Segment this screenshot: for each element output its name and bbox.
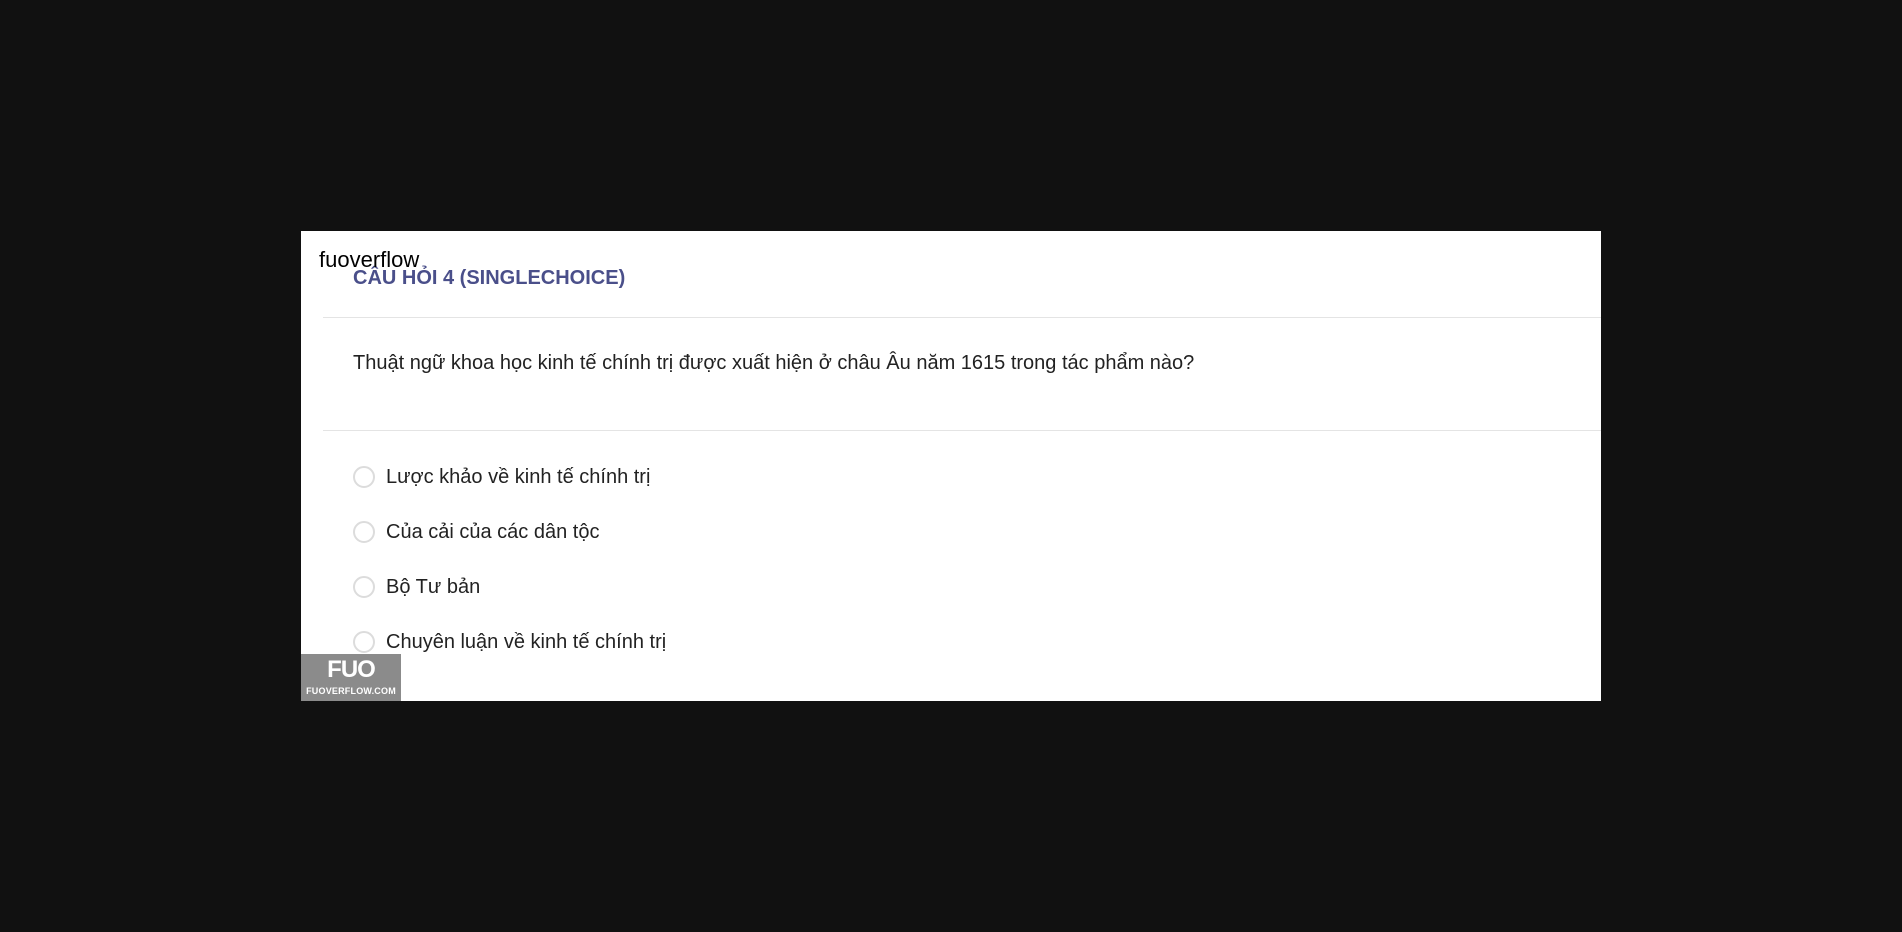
- answer-option-label: Của cải của các dân tộc: [386, 520, 600, 543]
- answer-option-2[interactable]: Của cải của các dân tộc: [353, 520, 666, 544]
- answer-option-4[interactable]: Chuyên luận về kinh tế chính trị: [353, 630, 666, 654]
- site-label: fuoverflow: [319, 247, 420, 272]
- question-text: Thuật ngữ khoa học kinh tế chính trị đượ…: [353, 352, 1195, 374]
- question-card: fuoverflow CÂU HỎI 4 (SINGLECHOICE) Thuậ…: [301, 231, 1601, 701]
- radio-button[interactable]: [353, 521, 375, 543]
- fuoverflow-logo-badge: FUO FUOVERFLOW.COM: [301, 654, 401, 701]
- answer-option-label: Chuyên luận về kinh tế chính trị: [386, 630, 667, 653]
- answer-options: Lược khảo về kinh tế chính trị Của cải c…: [353, 465, 666, 685]
- divider: [323, 317, 1601, 318]
- answer-option-label: Bộ Tư bản: [386, 575, 481, 598]
- answer-option-1[interactable]: Lược khảo về kinh tế chính trị: [353, 465, 666, 489]
- radio-button[interactable]: [353, 466, 375, 488]
- radio-button[interactable]: [353, 576, 375, 598]
- radio-button[interactable]: [353, 631, 375, 653]
- divider: [323, 430, 1601, 431]
- fuo-logo-icon: FUO: [327, 656, 376, 683]
- watermark-site: FUOVERFLOW.COM: [306, 686, 396, 696]
- answer-option-label: Lược khảo về kinh tế chính trị: [386, 465, 651, 488]
- answer-option-3[interactable]: Bộ Tư bản: [353, 575, 666, 599]
